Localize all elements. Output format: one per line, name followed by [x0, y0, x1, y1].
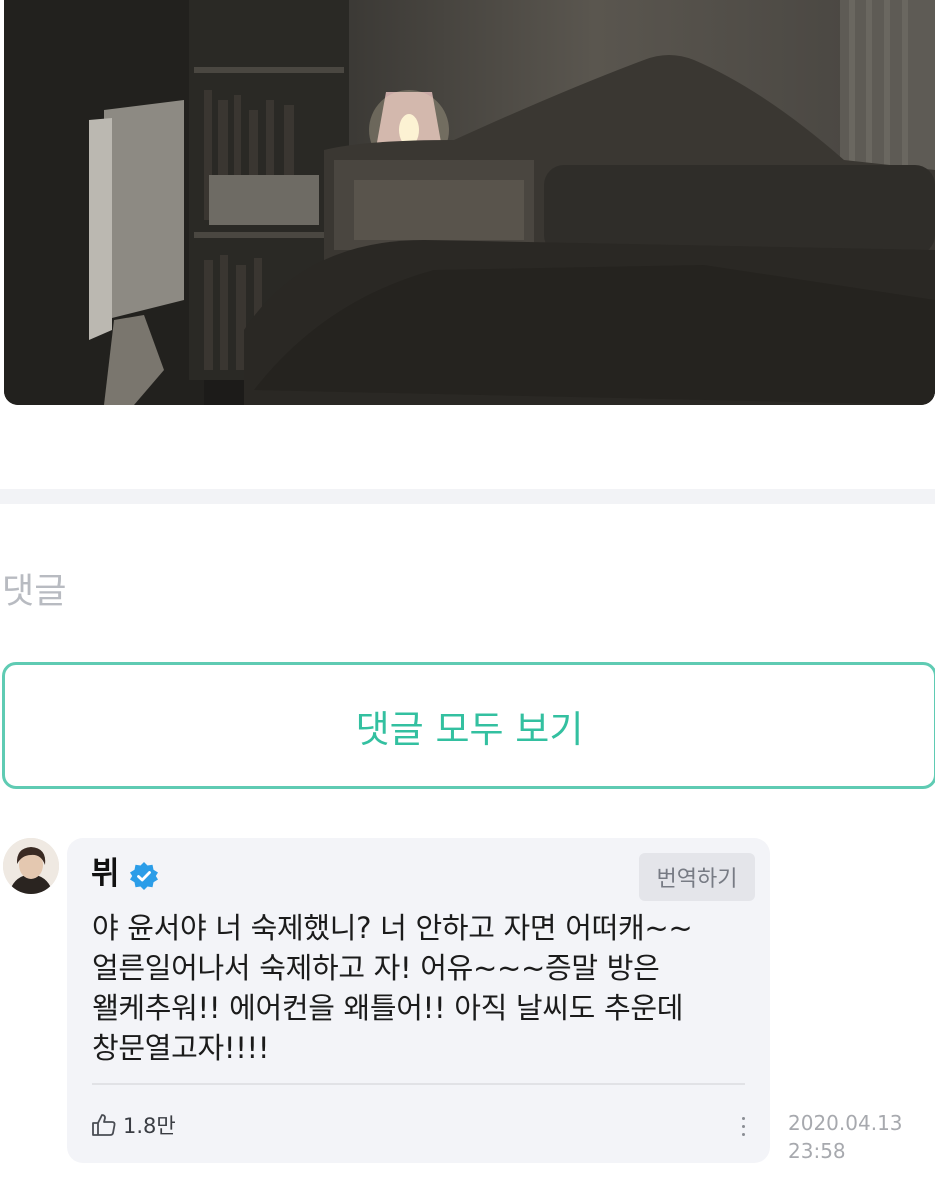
- avatar[interactable]: [3, 838, 59, 894]
- more-vertical-icon[interactable]: [729, 1110, 757, 1142]
- post-photo: [4, 0, 935, 405]
- comment-text: 야 윤서야 너 숙제했니? 너 안하고 자면 어떠캐~~ 얼른일어나서 숙제하고…: [92, 911, 693, 1065]
- like-button[interactable]: 1.8만: [91, 1110, 176, 1140]
- comment-author[interactable]: 뷔: [91, 852, 159, 896]
- thumbs-up-icon: [92, 1114, 116, 1136]
- author-name: 뷔: [91, 856, 120, 892]
- section-divider: [0, 489, 935, 504]
- like-count: 1.8만: [123, 1114, 176, 1138]
- comment-card: 뷔 번역하기 야 윤서야 너 숙제했니? 너 안하고 자면 어떠캐~~ 얼른일어…: [67, 838, 770, 1163]
- comments-section-title: 댓글: [2, 572, 67, 612]
- translate-button[interactable]: 번역하기: [639, 853, 755, 901]
- comment-timestamp: 2020.04.13 23:58: [788, 1109, 903, 1165]
- comment-time: 23:58: [788, 1139, 846, 1163]
- comment-divider: [92, 1083, 745, 1085]
- verified-badge-icon: [129, 859, 159, 890]
- view-all-comments-button[interactable]: 댓글 모두 보기: [2, 662, 935, 789]
- comment-date: 2020.04.13: [788, 1111, 903, 1135]
